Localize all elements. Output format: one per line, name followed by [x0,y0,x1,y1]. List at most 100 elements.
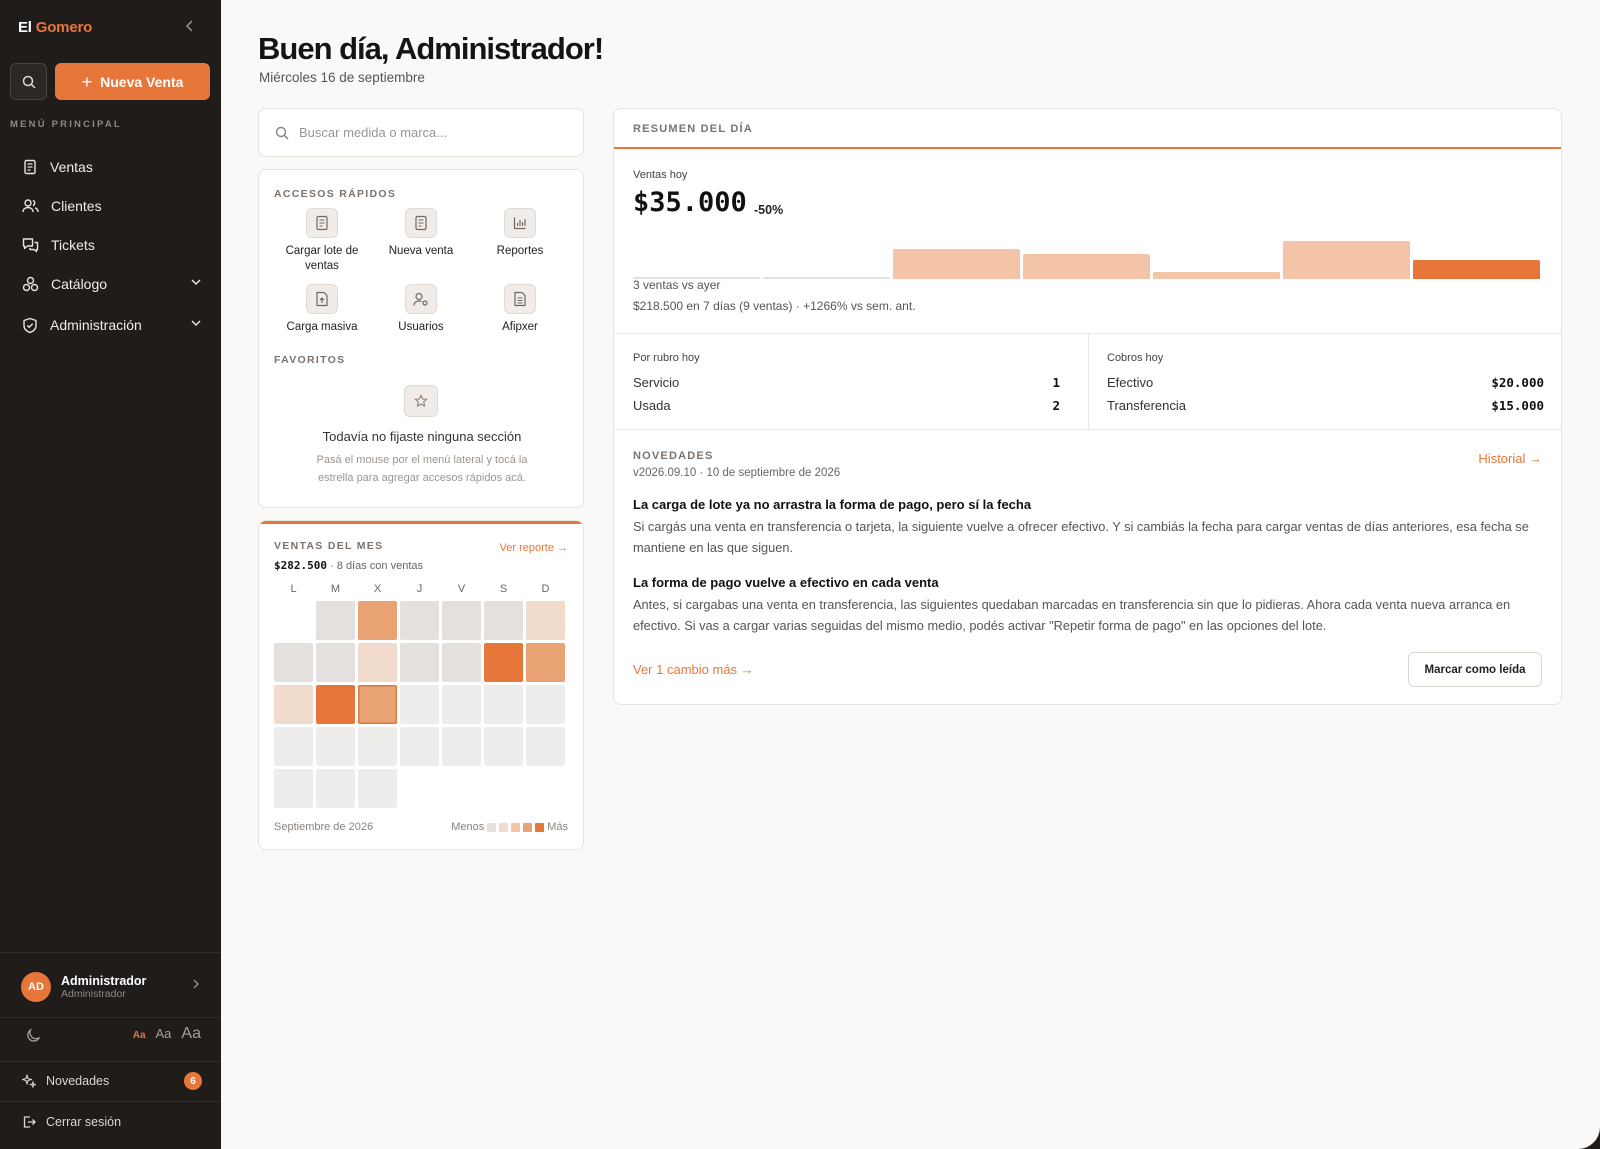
brand-second: Gomero [35,19,93,36]
calendar-day-future[interactable] [358,769,397,808]
font-size-medium-button[interactable]: Aa [156,1026,172,1041]
news-item-title: La carga de lote ya no arrastra la forma… [633,497,1032,512]
calendar-day-future[interactable] [484,685,523,724]
favorites-empty-description: Pasá el mouse por el menú lateral y tocá… [316,454,528,484]
calendar-day-future[interactable] [316,727,355,766]
collapse-sidebar-button[interactable] [182,18,198,38]
sidebar-divider [0,1017,221,1018]
calendar-day-future[interactable] [358,727,397,766]
quick-item-reportes[interactable]: Reportes [470,208,570,259]
calendar-day[interactable] [526,601,565,640]
calendar-day[interactable] [274,643,313,682]
invoice-icon [504,284,536,314]
news-item-title: La forma de pago vuelve a efectivo en ca… [633,575,939,590]
quick-item-carga-masiva[interactable]: Carga masiva [272,284,372,335]
rubro-label: Servicio [633,375,680,390]
logout-icon [23,1116,36,1128]
shield-icon [23,317,37,333]
user-profile-button[interactable]: AD Administrador Administrador [21,970,201,1004]
calendar-day-future[interactable] [400,727,439,766]
sales-today-label: Ventas hoy [633,169,688,181]
calendar-day[interactable] [442,643,481,682]
calendar-day[interactable] [442,601,481,640]
quick-item-cargar-lote[interactable]: Cargar lote de ventas [272,208,372,274]
calendar-day[interactable] [484,643,523,682]
chevron-down-icon [191,279,201,286]
user-settings-icon [405,284,437,314]
week-summary: $218.500 en 7 días (9 ventas) · +1266% v… [633,299,916,313]
calendar-day[interactable] [484,601,523,640]
logout-button[interactable]: Cerrar sesión [22,1111,202,1133]
news-history-link[interactable]: Historial → [1478,451,1542,466]
rubro-label: Usada [633,398,671,413]
calendar-day-future[interactable] [526,685,565,724]
calendar-day[interactable] [400,601,439,640]
new-sale-button[interactable]: + Nueva Venta [55,63,210,100]
novedades-label: Novedades [46,1074,110,1088]
chevron-left-icon [185,20,193,32]
calendar-day-future[interactable] [274,727,313,766]
calendar-day-future[interactable] [316,769,355,808]
chevron-down-icon [191,320,201,327]
nav-label: Ventas [50,159,93,175]
calendar-day-future[interactable] [484,727,523,766]
chat-icon [22,238,39,253]
calendar-day[interactable] [526,643,565,682]
weekday-label: M [330,583,341,595]
calendar-day[interactable] [358,601,397,640]
nav-item-catalogo[interactable]: Catálogo [22,273,202,295]
month-sales-card: VENTAS DEL MES Ver reporte → $282.500 · … [258,520,584,850]
calendar-day[interactable] [316,643,355,682]
rubro-heading: Por rubro hoy [633,352,700,364]
cobros-heading: Cobros hoy [1107,352,1164,364]
nav-item-tickets[interactable]: Tickets [22,234,202,256]
daily-bar [1153,272,1280,279]
quick-item-label: Carga masiva [286,321,358,333]
daily-bar [1283,241,1410,279]
weekday-label: D [541,583,550,595]
font-size-small-button[interactable]: Aa [133,1030,146,1041]
summary-header: RESUMEN DEL DÍA [614,109,1561,149]
search-input[interactable] [299,125,559,140]
font-size-large-button[interactable]: Aa [181,1025,201,1043]
weekday-label: L [290,583,297,595]
preferences-row: Aa Aa Aa [26,1025,201,1047]
quick-item-usuarios[interactable]: Usuarios [371,284,471,335]
novedades-button[interactable]: Novedades 6 [22,1070,202,1092]
nav-item-ventas[interactable]: Ventas [22,156,202,178]
nav-item-administracion[interactable]: Administración [22,314,202,336]
calendar-day-future[interactable] [526,727,565,766]
weekday-label: X [373,583,382,595]
user-role: Administrador [61,988,126,1000]
mark-as-read-button[interactable]: Marcar como leída [1408,652,1542,687]
weekday-label: S [499,583,508,595]
calendar-day-future[interactable] [442,727,481,766]
favorites-heading: FAVORITOS [274,354,346,366]
calendar-day[interactable] [400,643,439,682]
calendar-day-future[interactable] [442,685,481,724]
brand-logo[interactable]: El Gomero [18,19,92,36]
calendar-day[interactable] [316,685,355,724]
moon-icon[interactable] [26,1028,41,1043]
page-date: Miércoles 16 de septiembre [259,70,425,85]
quick-item-nueva-venta[interactable]: Nueva venta [371,208,471,259]
more-changes-link[interactable]: Ver 1 cambio más → [633,662,754,677]
favorites-empty-title: Todavía no fijaste ninguna sección [322,429,522,444]
month-label: Septiembre de 2026 [274,821,374,833]
quick-item-afipxer[interactable]: Afipxer [470,284,570,335]
weekday-label: V [457,583,466,595]
nav-item-clientes[interactable]: Clientes [22,195,202,217]
calendar-day[interactable] [316,601,355,640]
calendar-day[interactable] [358,643,397,682]
sidebar-search-button[interactable] [10,63,47,100]
calendar-day-today[interactable] [358,685,397,724]
cobro-value: $15.000 [1491,398,1544,413]
calendar-day[interactable] [274,685,313,724]
view-report-link[interactable]: Ver reporte → [500,542,568,554]
calendar-day-future[interactable] [274,769,313,808]
star-icon [404,385,438,417]
search-icon [22,75,36,89]
search-card [258,108,584,157]
calendar-day-future[interactable] [400,685,439,724]
quick-access-card: ACCESOS RÁPIDOS Cargar lote de ventas Nu… [258,169,584,508]
